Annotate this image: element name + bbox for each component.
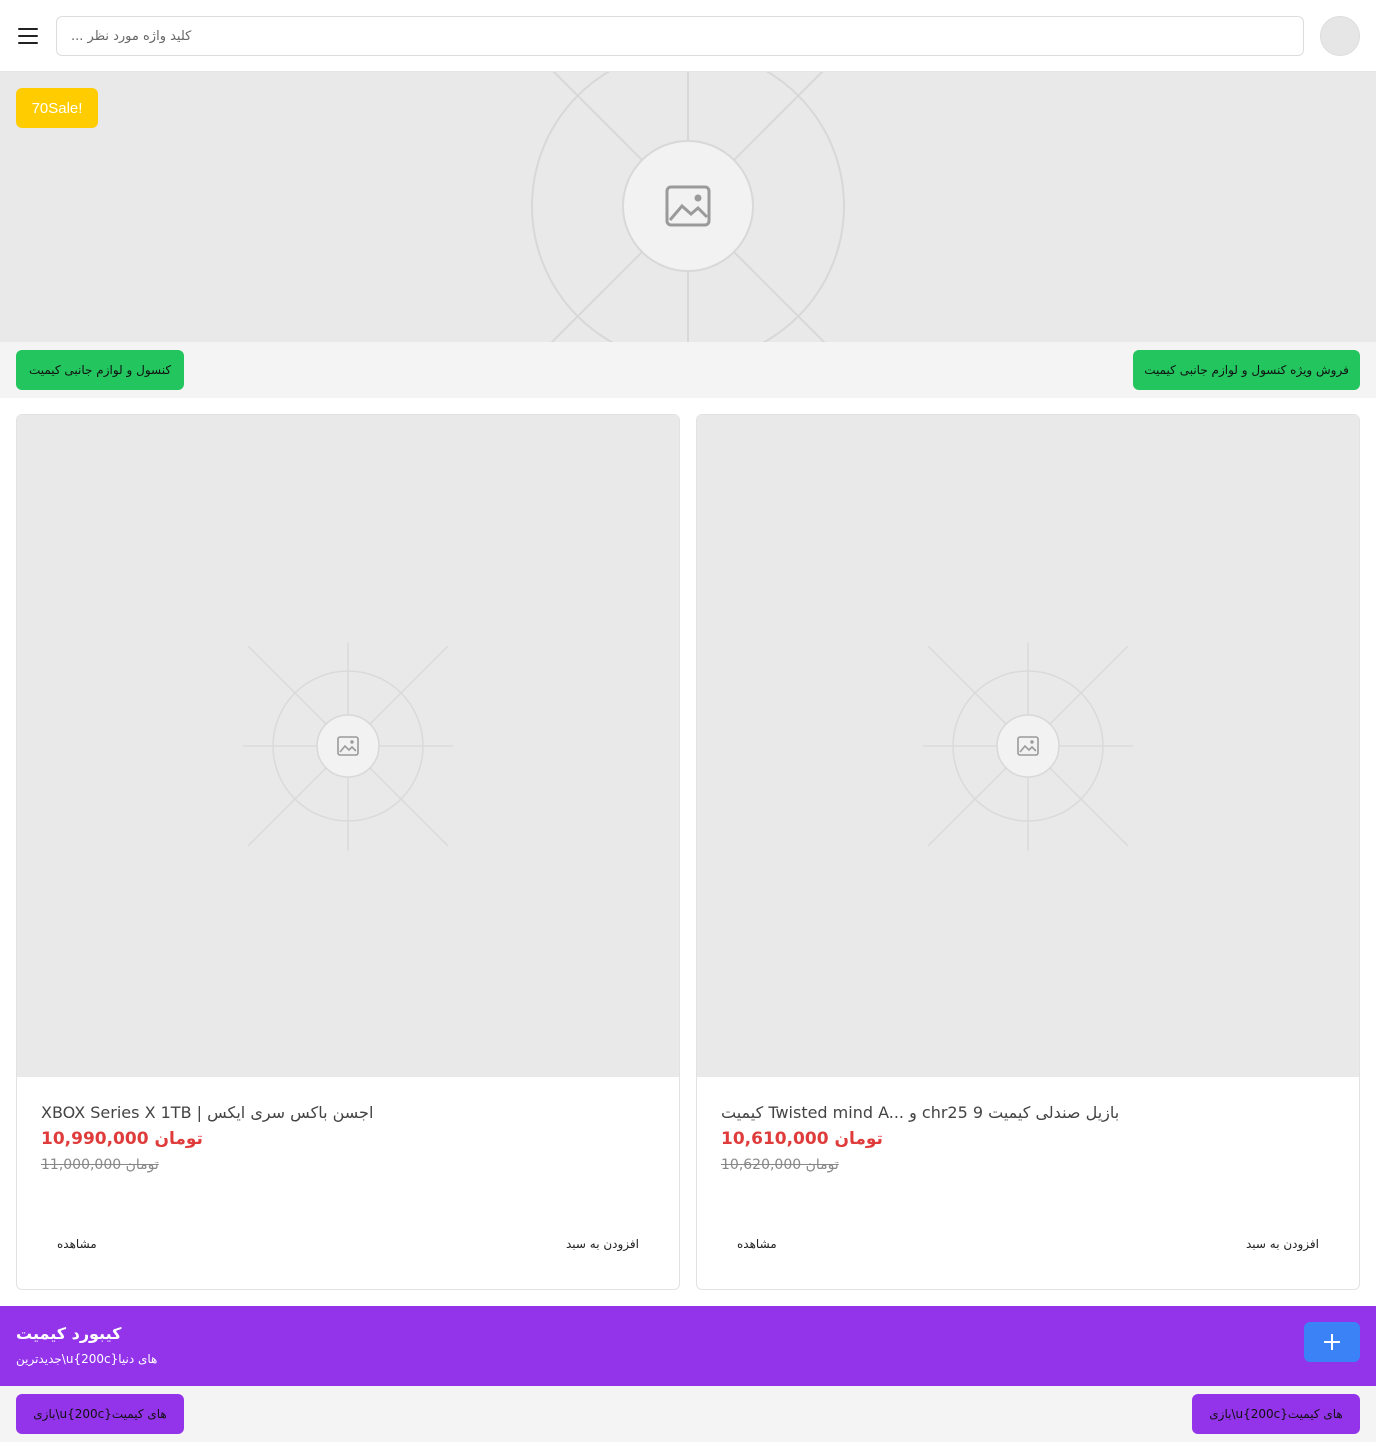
product-old-price: 10,620,000 تومان: [721, 1157, 839, 1173]
view-product-button[interactable]: مشاهده: [737, 1237, 777, 1251]
product-price: 10,990,000 تومان: [41, 1129, 203, 1149]
product-card: XBOX Series X 1TB | اجسن باکس سری ایکس 1…: [16, 414, 680, 1290]
product-title[interactable]: کیمیت Twisted mind A... و chr25 9 بازیل …: [721, 1103, 1119, 1122]
add-to-cart-button[interactable]: افزودن به سبد: [566, 1237, 639, 1251]
plus-button[interactable]: [1304, 1322, 1360, 1362]
view-product-button[interactable]: مشاهده: [57, 1237, 97, 1251]
product-old-price: 11,000,000 تومان: [41, 1157, 159, 1173]
image-placeholder-graphic: [470, 72, 906, 342]
hamburger-menu-icon[interactable]: [14, 22, 42, 50]
avatar[interactable]: [1320, 16, 1360, 56]
keyboard-promo-banner: کیبورد کیمیت جدیدترین\u{200c}های دنیا: [0, 1306, 1376, 1386]
image-placeholder-graphic: [243, 643, 453, 851]
plus-icon: [1324, 1334, 1340, 1350]
product-image[interactable]: [697, 415, 1359, 1077]
special-sale-button[interactable]: فروش ویژه کنسول و لوازم جانبی کیمیت: [1133, 350, 1360, 390]
sale-badge: 70Sale!: [16, 88, 98, 128]
product-card: کیمیت Twisted mind A... و chr25 9 بازیل …: [696, 414, 1360, 1290]
product-image[interactable]: [17, 415, 679, 1077]
top-header: [0, 0, 1376, 72]
category-action-bar: کنسول و لوازم جانبی کیمیت فروش ویژه کنسو…: [0, 342, 1376, 398]
image-placeholder-graphic: [923, 643, 1133, 851]
product-price: 10,610,000 تومان: [721, 1129, 883, 1149]
games-action-bar: بازی\u{200c}های کیمیت بازی\u{200c}های کی…: [0, 1386, 1376, 1442]
banner-title: کیبورد کیمیت: [16, 1324, 122, 1343]
banner-subtitle: جدیدترین\u{200c}های دنیا: [16, 1352, 158, 1366]
games-button-left[interactable]: بازی\u{200c}های کیمیت: [16, 1394, 184, 1434]
games-button-right[interactable]: بازی\u{200c}های کیمیت: [1192, 1394, 1360, 1434]
product-title[interactable]: XBOX Series X 1TB | اجسن باکس سری ایکس: [41, 1103, 373, 1122]
add-to-cart-button[interactable]: افزودن به سبد: [1246, 1237, 1319, 1251]
search-input[interactable]: [56, 16, 1304, 56]
hero-banner[interactable]: [0, 72, 1376, 342]
console-accessories-button[interactable]: کنسول و لوازم جانبی کیمیت: [16, 350, 184, 390]
